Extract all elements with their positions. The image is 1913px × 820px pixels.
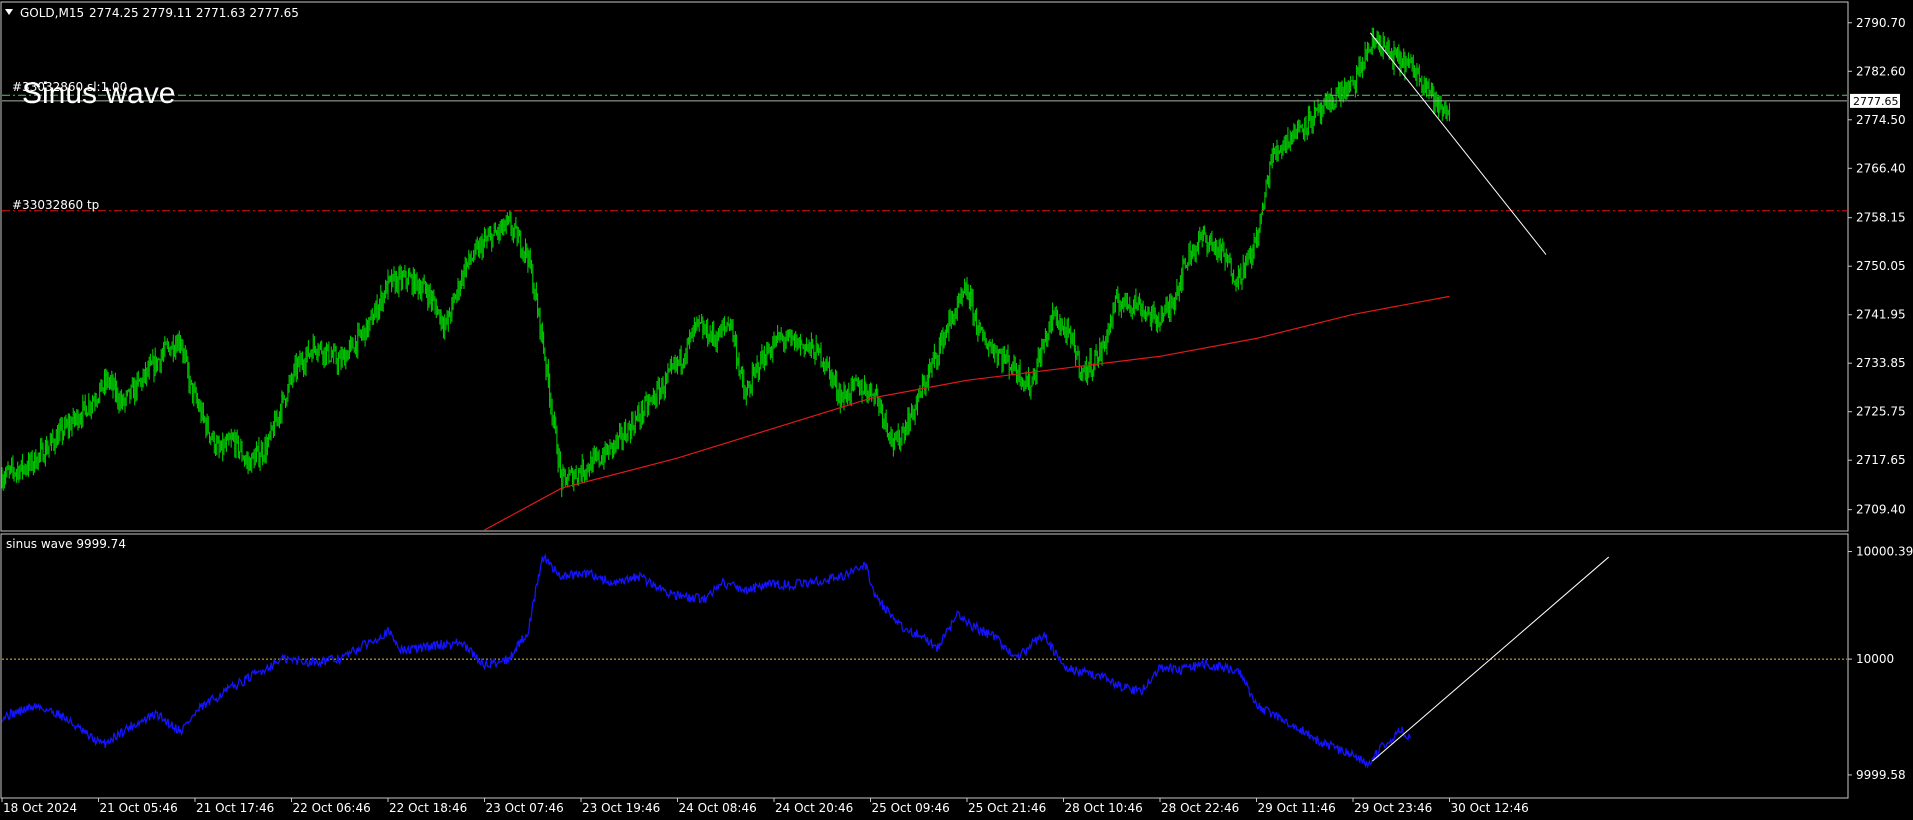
- y-tick-label: 2733.85: [1856, 356, 1906, 370]
- x-tick-label: 30 Oct 12:46: [1451, 801, 1529, 815]
- x-tick-label: 23 Oct 19:46: [582, 801, 660, 815]
- symbol-label: GOLD,M15: [20, 6, 84, 20]
- current-price-label: 2777.65: [1853, 95, 1899, 108]
- y-tick-label: 2758.15: [1856, 211, 1906, 225]
- y-tick-label: 2750.05: [1856, 259, 1906, 273]
- x-tick-label: 18 Oct 2024: [3, 801, 77, 815]
- indicator-title: sinus wave 9999.74: [6, 537, 126, 551]
- x-tick-label: 22 Oct 06:46: [293, 801, 371, 815]
- x-tick-label: 22 Oct 18:46: [389, 801, 467, 815]
- y-tick-label: 2717.65: [1856, 453, 1906, 467]
- x-tick-label: 25 Oct 09:46: [872, 801, 950, 815]
- y-tick-label: 2774.50: [1856, 113, 1906, 127]
- x-tick-label: 21 Oct 17:46: [196, 801, 274, 815]
- x-tick-label: 28 Oct 22:46: [1161, 801, 1239, 815]
- x-tick-label: 28 Oct 10:46: [1065, 801, 1143, 815]
- y-tick-label: 9999.58: [1856, 768, 1906, 782]
- x-tick-label: 24 Oct 08:46: [679, 801, 757, 815]
- x-tick-label: 24 Oct 20:46: [775, 801, 853, 815]
- chart-canvas: 2790.70 2782.60 2774.50 2766.40 2758.15 2750.…: [0, 0, 1913, 820]
- x-tick-label: 29 Oct 11:46: [1258, 801, 1336, 815]
- y-tick-label: 2741.95: [1856, 308, 1906, 322]
- y-tick-label: 2790.70: [1856, 16, 1906, 30]
- tp-order-label: #33032860 tp: [12, 198, 99, 212]
- x-tick-label: 23 Oct 07:46: [486, 801, 564, 815]
- chart-background: [0, 0, 1913, 820]
- y-tick-label: 10000: [1856, 652, 1894, 666]
- y-tick-label: 2709.40: [1856, 503, 1906, 517]
- ohlc-readout: 2774.25 2779.11 2771.63 2777.65: [89, 6, 299, 20]
- y-tick-label: 10000.39: [1856, 545, 1913, 559]
- overlay-title: Sinus wave: [22, 77, 175, 110]
- y-tick-label: 2782.60: [1856, 64, 1906, 78]
- y-tick-label: 2766.40: [1856, 161, 1906, 175]
- x-tick-label: 29 Oct 23:46: [1354, 801, 1432, 815]
- x-tick-label: 21 Oct 05:46: [100, 801, 178, 815]
- y-tick-label: 2725.75: [1856, 405, 1906, 419]
- x-tick-label: 25 Oct 21:46: [968, 801, 1046, 815]
